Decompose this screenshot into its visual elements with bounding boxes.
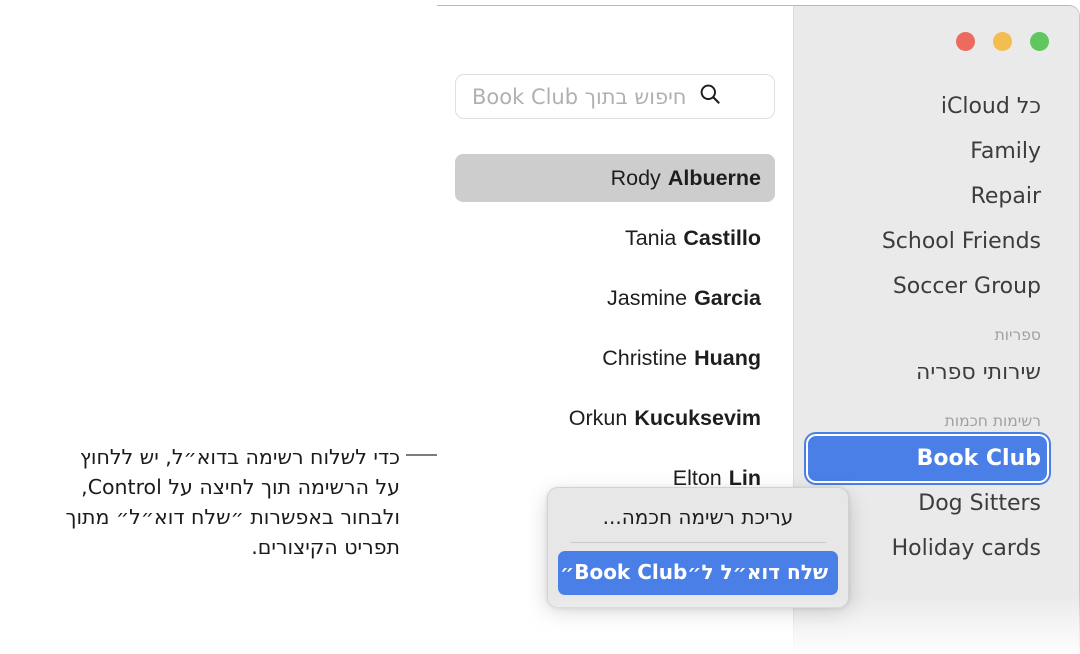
sidebar-section-header-smart-lists: רשימות חכמות	[944, 412, 1041, 430]
contact-first-name: Christine	[602, 345, 688, 370]
search-placeholder: חיפוש בתוך Book Club	[472, 84, 687, 109]
contact-list: Rody Albuerne Tania Castillo Jasmine Gar…	[455, 154, 775, 514]
sidebar-section-header-libraries: ספריות	[994, 326, 1041, 344]
context-menu-item-send-email[interactable]: שלח דוא״ל ל״Book Club״	[558, 551, 838, 595]
contact-last-name: Garcia	[694, 285, 761, 310]
annotation-line: ולבחור באפשרות ״שלח דוא״ל״ מתוך	[65, 505, 400, 529]
contact-first-name: Rody	[610, 165, 661, 190]
sidebar-item-school-friends[interactable]: School Friends	[808, 219, 1047, 264]
zoom-button[interactable]	[956, 32, 975, 51]
annotation-line: כדי לשלוח רשימה בדוא״ל, יש ללחוץ	[79, 445, 400, 469]
contact-row[interactable]: Rody Albuerne	[455, 154, 775, 202]
contact-last-name: Castillo	[683, 225, 761, 250]
sidebar-item-library-services[interactable]: שירותי ספריה	[808, 350, 1047, 395]
sidebar-item-book-club[interactable]: Book Club	[808, 436, 1047, 481]
sidebar-item-family[interactable]: Family	[808, 129, 1047, 174]
annotation-line: תפריט הקיצורים.	[251, 535, 400, 559]
context-menu-item-edit-smart-list[interactable]: עריכת רשימה חכמה...	[548, 498, 848, 539]
sidebar-item-repair[interactable]: Repair	[808, 174, 1047, 219]
search-input[interactable]: חיפוש בתוך Book Club	[455, 74, 775, 119]
annotation-text: כדי לשלוח רשימה בדוא״ל, יש ללחוץ על הרשי…	[0, 442, 400, 562]
contact-first-name: Tania	[624, 225, 677, 250]
context-menu: עריכת רשימה חכמה... שלח דוא״ל ל״Book Clu…	[547, 487, 849, 608]
screenshot-root: כדי לשלוח רשימה בדוא״ל, יש ללחוץ על הרשי…	[0, 0, 1080, 654]
contact-row[interactable]: Orkun Kucuksevim	[455, 394, 775, 442]
context-menu-separator	[570, 542, 826, 543]
annotation-line: על הרשימה תוך לחיצה על Control,	[81, 475, 400, 499]
contact-first-name: Jasmine	[607, 285, 688, 310]
contact-first-name: Orkun	[568, 405, 628, 430]
sidebar-item-soccer-group[interactable]: Soccer Group	[808, 264, 1047, 309]
close-button[interactable]	[1030, 32, 1049, 51]
minimize-button[interactable]	[993, 32, 1012, 51]
contact-row[interactable]: Tania Castillo	[455, 214, 775, 262]
search-field-wrapper: חיפוש בתוך Book Club	[455, 74, 775, 119]
contact-last-name: Albuerne	[667, 165, 761, 190]
contact-last-name: Huang	[694, 345, 761, 370]
contact-row[interactable]: Christine Huang	[455, 334, 775, 382]
search-icon	[699, 83, 721, 110]
contact-last-name: Kucuksevim	[634, 405, 761, 430]
window-controls	[956, 32, 1049, 51]
contact-row[interactable]: Jasmine Garcia	[455, 274, 775, 322]
sidebar-item-all-icloud[interactable]: כל iCloud	[808, 84, 1047, 129]
